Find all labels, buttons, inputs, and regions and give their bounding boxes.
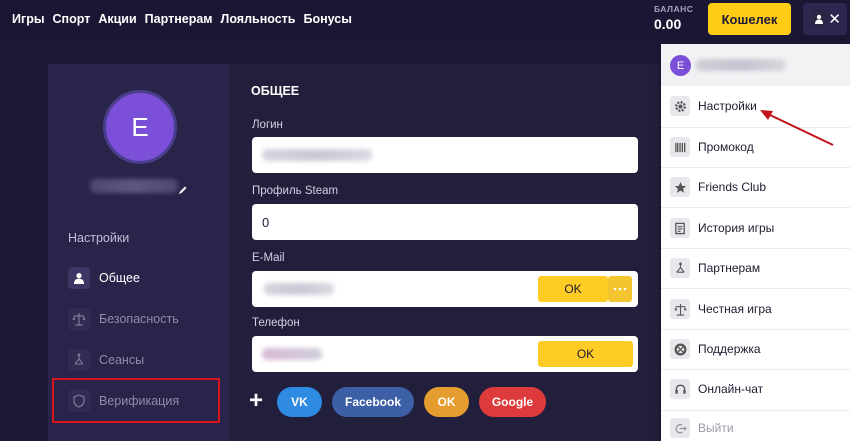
logout-icon bbox=[670, 418, 690, 438]
sidebar-item-label: Безопасность bbox=[99, 312, 179, 326]
annotation-arrow bbox=[760, 110, 834, 146]
close-icon[interactable]: ✕ bbox=[828, 12, 841, 27]
verification-highlight-box bbox=[52, 378, 220, 423]
dropdown-item-support[interactable]: Поддержка bbox=[670, 339, 761, 359]
nav-item-promotions[interactable]: Акции bbox=[98, 12, 136, 26]
login-label: Логин bbox=[252, 119, 283, 131]
scales-icon bbox=[670, 299, 690, 319]
dropdown-item-partners[interactable]: Партнерам bbox=[670, 258, 760, 278]
phone-value-blurred bbox=[262, 348, 322, 360]
scales-icon bbox=[68, 308, 90, 330]
barcode-icon bbox=[670, 137, 690, 157]
username-blurred bbox=[696, 59, 786, 71]
network-icon bbox=[670, 258, 690, 278]
steam-value: 0 bbox=[262, 215, 270, 230]
edit-pencil-icon[interactable] bbox=[178, 182, 188, 200]
history-icon bbox=[670, 218, 690, 238]
steam-label: Профиль Steam bbox=[252, 185, 339, 197]
dropdown-item-label: Онлайн-чат bbox=[698, 382, 764, 396]
dropdown-divider bbox=[661, 410, 850, 411]
vk-button[interactable]: VK bbox=[277, 387, 322, 417]
nav-item-games[interactable]: Игры bbox=[12, 12, 45, 26]
google-button[interactable]: Google bbox=[479, 387, 546, 417]
facebook-button[interactable]: Facebook bbox=[332, 387, 414, 417]
lifebuoy-icon bbox=[670, 339, 690, 359]
sidebar-item-general[interactable]: Общее bbox=[68, 267, 140, 289]
dropdown-item-label: Выйти bbox=[698, 421, 734, 435]
nav-item-loyalty[interactable]: Лояльность bbox=[221, 12, 296, 26]
avatar: E bbox=[670, 55, 691, 76]
steam-field[interactable]: 0 bbox=[252, 204, 638, 240]
sidebar-item-label: Сеансы bbox=[99, 353, 145, 367]
dropdown-item-game-history[interactable]: История игры bbox=[670, 218, 774, 238]
dropdown-divider bbox=[661, 288, 850, 289]
add-social-icon[interactable]: + bbox=[249, 389, 263, 413]
nav-item-sport[interactable]: Спорт bbox=[53, 12, 91, 26]
network-icon bbox=[68, 349, 90, 371]
dropdown-item-online-chat[interactable]: Онлайн-чат bbox=[670, 379, 763, 399]
dropdown-divider bbox=[661, 369, 850, 370]
username-blurred bbox=[90, 179, 178, 193]
dropdown-item-fair-play[interactable]: Честная игра bbox=[670, 299, 772, 319]
main-nav: Игры Спорт Акции Партнерам Лояльность Бо… bbox=[12, 12, 352, 26]
dropdown-item-label: Friends Club bbox=[698, 180, 767, 194]
phone-field[interactable]: OK bbox=[252, 336, 638, 372]
user-icon bbox=[68, 267, 90, 289]
email-value-blurred bbox=[264, 283, 334, 295]
dropdown-item-label: Партнерам bbox=[698, 261, 761, 275]
balance-value: 0.00 bbox=[654, 16, 682, 32]
sidebar-item-label: Общее bbox=[99, 271, 140, 285]
gear-icon bbox=[670, 96, 690, 116]
balance-label: БАЛАНС bbox=[654, 4, 694, 14]
user-menu-button[interactable]: ✕ bbox=[803, 3, 847, 35]
dropdown-item-label: Поддержка bbox=[698, 342, 761, 356]
dropdown-divider bbox=[661, 207, 850, 208]
dropdown-item-label: История игры bbox=[698, 221, 775, 235]
phone-ok-button[interactable]: OK bbox=[538, 341, 633, 367]
star-icon bbox=[670, 177, 690, 197]
avatar[interactable]: E bbox=[103, 90, 177, 164]
ok-social-button[interactable]: OK bbox=[424, 387, 469, 417]
general-settings-panel: ОБЩЕЕ Логин Профиль Steam 0 E-Mail OK Те… bbox=[230, 64, 660, 441]
headset-icon bbox=[670, 379, 690, 399]
user-icon bbox=[809, 9, 829, 29]
dropdown-divider bbox=[661, 329, 850, 330]
password-dots-icon[interactable] bbox=[608, 276, 632, 302]
email-field[interactable]: OK bbox=[252, 271, 638, 307]
nav-item-partners[interactable]: Партнерам bbox=[145, 12, 213, 26]
top-bar: Игры Спорт Акции Партнерам Лояльность Бо… bbox=[0, 0, 850, 40]
dropdown-item-label: Честная игра bbox=[698, 302, 772, 316]
dropdown-item-friends-club[interactable]: Friends Club bbox=[670, 177, 766, 197]
phone-label: Телефон bbox=[252, 317, 300, 329]
sidebar-item-security[interactable]: Безопасность bbox=[68, 308, 179, 330]
settings-heading: Настройки bbox=[68, 231, 130, 245]
email-ok-button[interactable]: OK bbox=[538, 276, 608, 302]
wallet-button[interactable]: Кошелек bbox=[708, 3, 791, 35]
email-label: E-Mail bbox=[252, 252, 285, 264]
dropdown-divider bbox=[661, 248, 850, 249]
dropdown-header: E bbox=[661, 44, 850, 86]
nav-item-bonuses[interactable]: Бонусы bbox=[304, 12, 352, 26]
balance-display: БАЛАНС 0.00 bbox=[654, 4, 693, 32]
dropdown-item-logout[interactable]: Выйти bbox=[670, 418, 734, 438]
page-title: ОБЩЕЕ bbox=[251, 84, 300, 98]
dropdown-divider bbox=[661, 167, 850, 168]
sidebar-item-sessions[interactable]: Сеансы bbox=[68, 349, 144, 371]
login-value-blurred bbox=[262, 149, 372, 161]
login-field[interactable] bbox=[252, 137, 638, 173]
